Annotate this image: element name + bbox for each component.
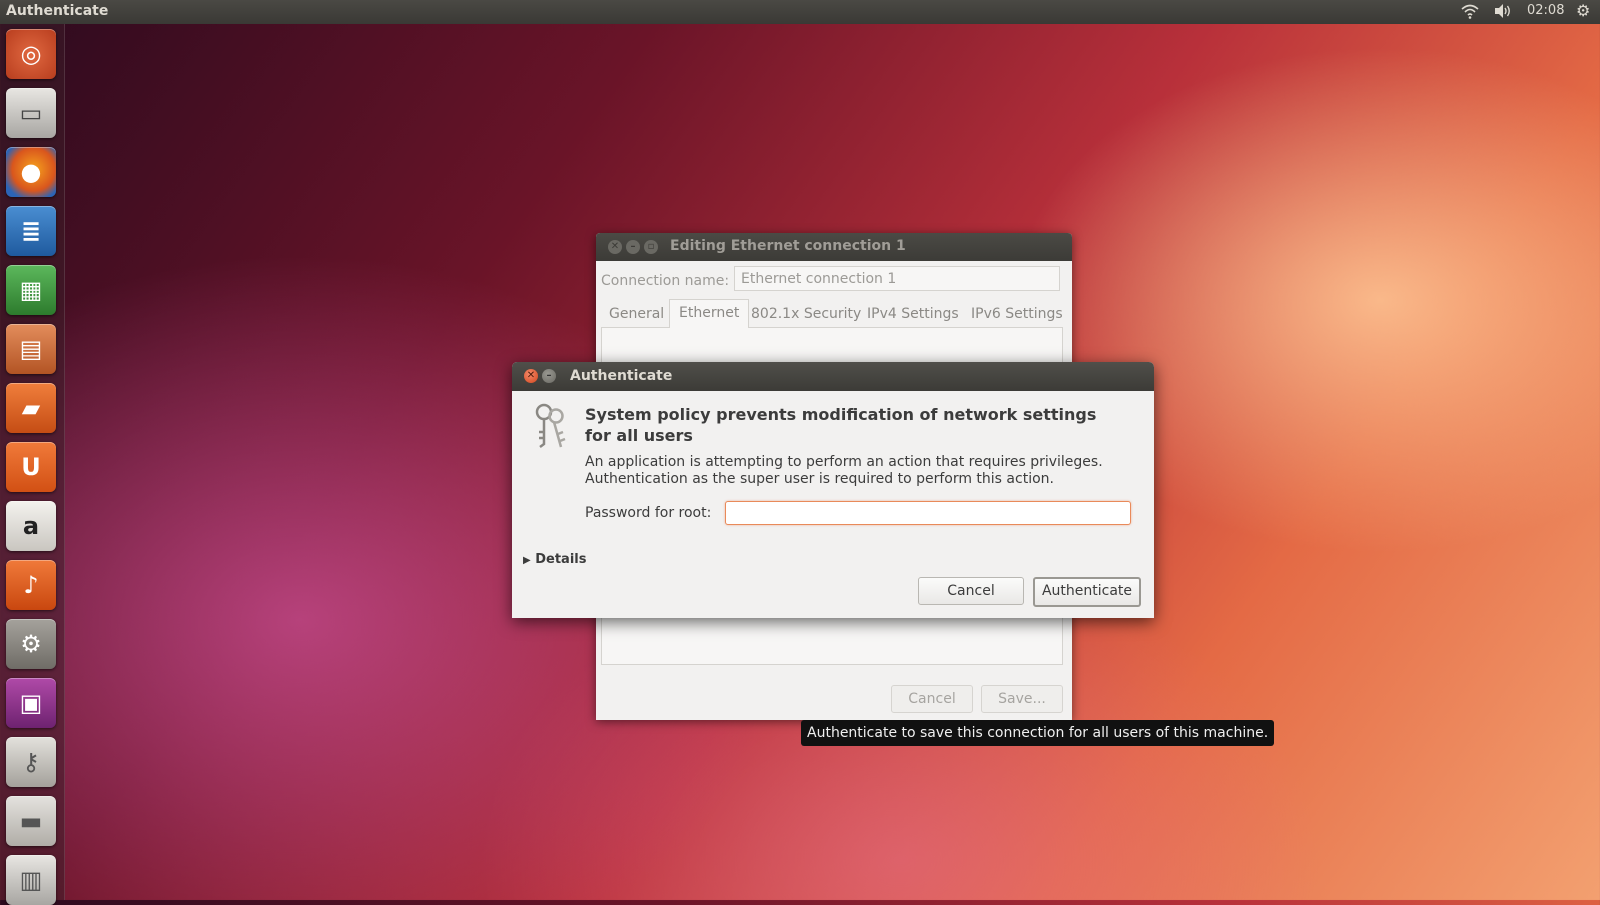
authenticate-app-icon[interactable]: ⚷ xyxy=(6,737,56,787)
software-center-icon[interactable]: ▰ xyxy=(6,383,56,433)
workspaces-icon[interactable]: ▣ xyxy=(6,678,56,728)
top-panel: Authenticate 02:08 ⚙ xyxy=(0,0,1600,24)
volume-icon[interactable] xyxy=(1493,3,1513,23)
close-icon[interactable]: ✕ xyxy=(608,240,622,254)
keys-icon xyxy=(530,402,570,452)
gear-icon[interactable]: ⚙ xyxy=(1576,1,1590,20)
save-button[interactable]: Save... xyxy=(981,685,1063,713)
active-app-title: Authenticate xyxy=(6,3,109,19)
tab-ethernet[interactable]: Ethernet xyxy=(669,299,750,328)
password-label: Password for root: xyxy=(585,505,712,521)
drive-icon[interactable]: ▬ xyxy=(6,796,56,846)
calc-icon[interactable]: ▦ xyxy=(6,265,56,315)
auth-heading: System policy prevents modification of n… xyxy=(585,405,1097,445)
bg-window-title: Editing Ethernet connection 1 xyxy=(670,238,906,254)
clock[interactable]: 02:08 xyxy=(1527,3,1564,18)
connection-name-label: Connection name: xyxy=(601,273,730,289)
amazon-icon[interactable]: a xyxy=(6,501,56,551)
ubuntu-one-music-icon[interactable]: ♪ xyxy=(6,560,56,610)
firefox-icon[interactable]: ● xyxy=(6,147,56,197)
tab-ipv6-settings[interactable]: IPv6 Settings xyxy=(962,301,1072,327)
triangle-right-icon: ▶ xyxy=(523,555,531,566)
maximize-icon[interactable]: ▫ xyxy=(644,240,658,254)
details-expander[interactable]: ▶ Details xyxy=(523,552,586,567)
files-icon[interactable]: ▭ xyxy=(6,88,56,138)
dash-home-icon[interactable]: ◎ xyxy=(6,29,56,79)
bg-cancel-button[interactable]: Cancel xyxy=(891,685,973,713)
writer-icon[interactable]: ≣ xyxy=(6,206,56,256)
close-icon[interactable]: ✕ xyxy=(524,369,538,383)
tab-general[interactable]: General xyxy=(600,301,673,327)
save-tooltip: Authenticate to save this connection for… xyxy=(801,720,1275,746)
cancel-button[interactable]: Cancel xyxy=(918,577,1024,605)
system-settings-icon[interactable]: ⚙ xyxy=(6,619,56,669)
tab-8021x-security[interactable]: 802.1x Security xyxy=(742,301,870,327)
bg-window-titlebar[interactable]: ✕ – ▫ Editing Ethernet connection 1 xyxy=(596,233,1072,261)
auth-titlebar[interactable]: ✕ – Authenticate xyxy=(512,362,1154,391)
auth-description-line-2: Authentication as the super user is requ… xyxy=(585,471,1054,487)
connection-name-input[interactable]: Ethernet connection 1 xyxy=(734,266,1060,291)
authenticate-button[interactable]: Authenticate xyxy=(1033,577,1141,607)
auth-description: An application is attempting to perform … xyxy=(585,454,1125,488)
ubuntu-one-icon[interactable]: U xyxy=(6,442,56,492)
trash-icon[interactable]: ▥ xyxy=(6,855,56,905)
tab-ipv4-settings[interactable]: IPv4 Settings xyxy=(858,301,968,327)
auth-dialog-title: Authenticate xyxy=(570,368,673,384)
launcher: ◎ ▭ ● ≣ ▦ ▤ ▰ U a ♪ ⚙ ▣ ⚷ ▬ ▥ xyxy=(0,24,65,905)
password-input[interactable] xyxy=(725,501,1131,525)
wifi-icon[interactable] xyxy=(1460,3,1480,23)
details-label: Details xyxy=(535,552,587,567)
impress-icon[interactable]: ▤ xyxy=(6,324,56,374)
minimize-icon[interactable]: – xyxy=(542,369,556,383)
auth-description-line-1: An application is attempting to perform … xyxy=(585,454,1103,470)
authenticate-dialog: ✕ – Authenticate System policy prevents … xyxy=(512,362,1154,618)
minimize-icon[interactable]: – xyxy=(626,240,640,254)
